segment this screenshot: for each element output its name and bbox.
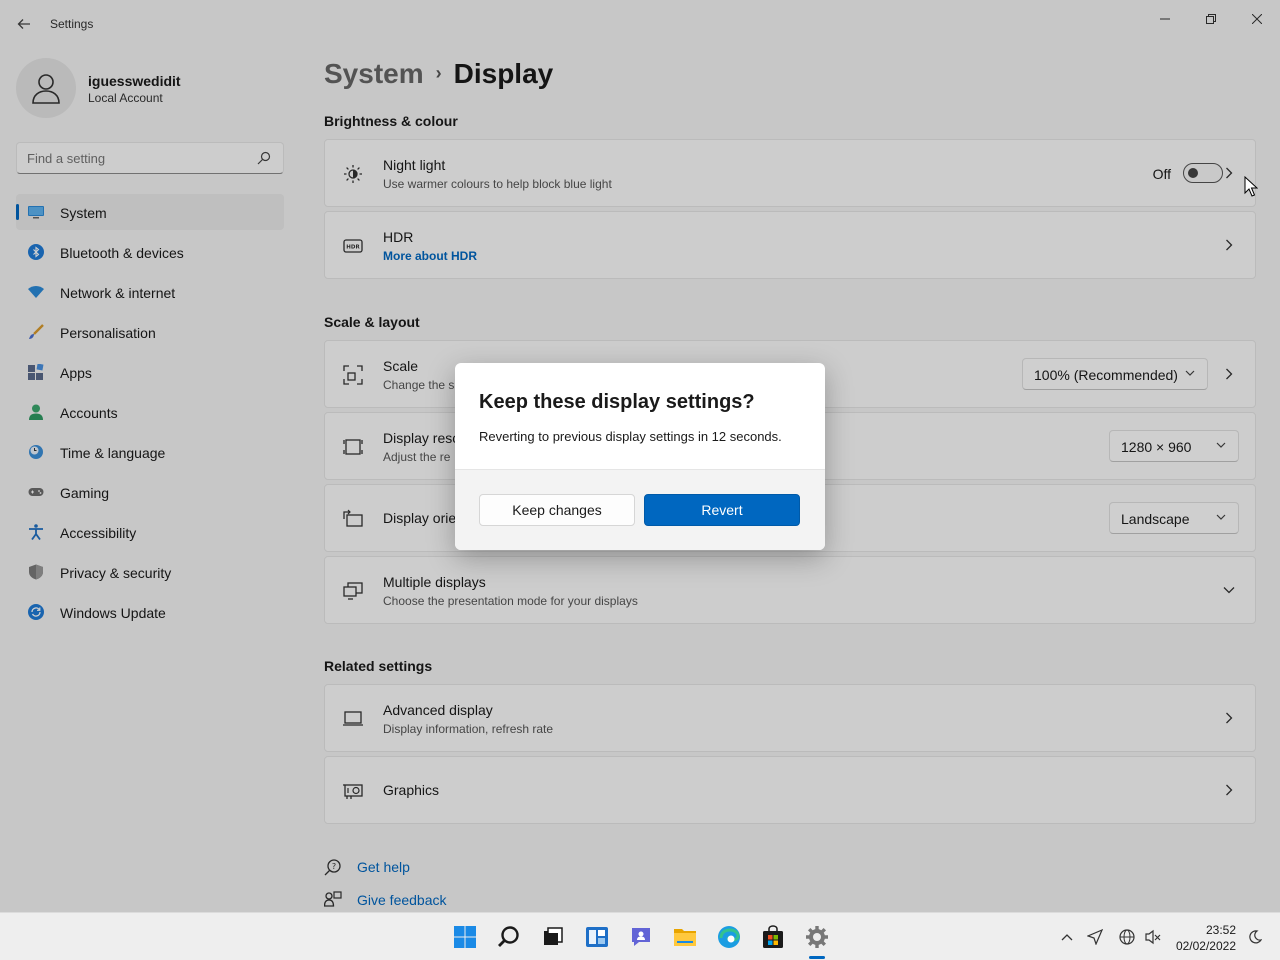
store-button[interactable]: [759, 923, 787, 951]
dialog-title: Keep these display settings?: [479, 391, 755, 413]
keep-display-settings-dialog: Keep these display settings? Reverting t…: [455, 363, 825, 550]
chat-button[interactable]: [627, 923, 655, 951]
clock-time: 23:52: [1205, 923, 1236, 937]
chat-icon: [632, 928, 650, 946]
start-button[interactable]: [451, 923, 479, 951]
globe-icon: [1119, 929, 1135, 945]
moon-icon: [1249, 930, 1262, 944]
active-app-indicator: [809, 956, 825, 959]
clock-date: 02/02/2022: [1175, 939, 1236, 953]
taskbar: 23:52 02/02/2022: [0, 912, 1280, 960]
settings-icon: [806, 926, 828, 948]
widgets-icon: [586, 927, 608, 947]
taskbar-clock[interactable]: 23:52 02/02/2022: [1176, 922, 1236, 954]
volume-button[interactable]: [1144, 928, 1162, 946]
dialog-footer: Keep changes Revert: [455, 469, 825, 550]
settings-taskbar-button[interactable]: [803, 923, 831, 951]
volume-muted-icon: [1145, 929, 1161, 945]
location-button[interactable]: [1086, 928, 1104, 946]
mouse-cursor-icon: [1244, 176, 1258, 197]
taskbar-search-button[interactable]: [495, 923, 523, 951]
edge-button[interactable]: [715, 923, 743, 951]
task-view-button[interactable]: [539, 923, 567, 951]
widgets-button[interactable]: [583, 923, 611, 951]
search-icon: [498, 926, 519, 947]
dialog-message: Reverting to previous display settings i…: [479, 429, 782, 444]
start-icon: [454, 926, 476, 948]
show-hidden-icons-button[interactable]: [1058, 928, 1076, 946]
store-icon: [763, 925, 783, 948]
edge-icon: [718, 926, 740, 948]
location-arrow-icon: [1087, 929, 1103, 945]
notifications-button[interactable]: [1246, 928, 1264, 946]
file-explorer-button[interactable]: [671, 923, 699, 951]
task-view-icon: [544, 927, 563, 945]
revert-button[interactable]: Revert: [644, 494, 800, 526]
keep-changes-button[interactable]: Keep changes: [479, 494, 635, 526]
network-button[interactable]: [1118, 928, 1136, 946]
chevron-up-icon: [1061, 934, 1073, 941]
file-explorer-icon: [674, 929, 696, 946]
